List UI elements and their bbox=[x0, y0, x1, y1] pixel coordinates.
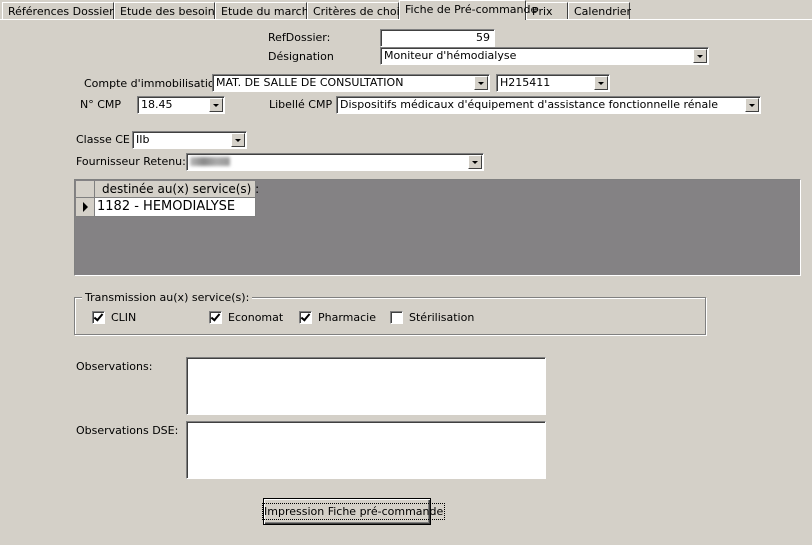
designation-value: Moniteur d'hémodialyse bbox=[384, 49, 517, 62]
grid-corner bbox=[76, 181, 95, 198]
classe-select[interactable]: IIb bbox=[132, 131, 247, 149]
grid-column-header[interactable]: destinée au(x) service(s) : bbox=[95, 181, 259, 198]
classe-label: Classe CE bbox=[76, 133, 130, 146]
chevron-down-icon[interactable] bbox=[693, 49, 707, 63]
observations-dse-textarea[interactable] bbox=[186, 421, 546, 479]
tab-etude-besoins[interactable]: Etude des besoins bbox=[114, 2, 220, 19]
chevron-down-icon[interactable] bbox=[468, 155, 482, 169]
libelle-select[interactable]: Dispositifs médicaux d'équipement d'assi… bbox=[336, 96, 761, 114]
table-row[interactable]: 1182 - HEMODIALYSE bbox=[95, 198, 256, 217]
tab-calendrier[interactable]: Calendrier bbox=[568, 2, 631, 19]
refdossier-field[interactable]: 59 bbox=[380, 29, 495, 47]
fournisseur-label: Fournisseur Retenu: bbox=[76, 155, 186, 168]
row-selector-arrow-icon[interactable] bbox=[76, 198, 95, 217]
sterilisation-checkbox[interactable] bbox=[390, 311, 403, 324]
compte-label: Compte d'immobilisation bbox=[84, 77, 222, 90]
redacted-value bbox=[190, 157, 230, 166]
tab-etude-marche[interactable]: Etude du marché bbox=[215, 2, 315, 19]
libelle-value: Dispositifs médicaux d'équipement d'assi… bbox=[340, 98, 719, 111]
classe-value: IIb bbox=[136, 133, 150, 146]
sterilisation-label: Stérilisation bbox=[409, 311, 475, 324]
tab-criteres-choix[interactable]: Critères de choix bbox=[307, 2, 406, 19]
chevron-down-icon[interactable] bbox=[594, 76, 608, 90]
chevron-down-icon[interactable] bbox=[231, 133, 245, 147]
observations-label: Observations: bbox=[76, 360, 153, 373]
compte-select[interactable]: MAT. DE SALLE DE CONSULTATION bbox=[212, 74, 490, 92]
print-fiche-button-label: Impression Fiche pré-commande bbox=[261, 503, 446, 520]
chevron-down-icon[interactable] bbox=[745, 98, 759, 112]
pharmacie-label: Pharmacie bbox=[318, 311, 377, 324]
designation-label: Désignation bbox=[268, 50, 334, 63]
services-grid[interactable]: destinée au(x) service(s) : 1182 - HEMOD… bbox=[74, 179, 801, 276]
refdossier-label: RefDossier: bbox=[268, 31, 331, 44]
observations-dse-label: Observations DSE: bbox=[76, 424, 179, 437]
pharmacie-checkbox[interactable] bbox=[299, 311, 312, 324]
tab-bar: Références Dossier Etude des besoins Etu… bbox=[0, 0, 812, 20]
transmission-title: Transmission au(x) service(s): bbox=[82, 291, 253, 304]
ncmp-select[interactable]: 18.45 bbox=[137, 96, 225, 114]
designation-select[interactable]: Moniteur d'hémodialyse bbox=[380, 47, 709, 65]
print-fiche-button[interactable]: Impression Fiche pré-commande bbox=[261, 498, 446, 525]
compte-value: MAT. DE SALLE DE CONSULTATION bbox=[216, 76, 404, 89]
chevron-down-icon[interactable] bbox=[209, 98, 223, 112]
libelle-label: Libellé CMP bbox=[269, 98, 333, 111]
compte-code-select[interactable]: H215411 bbox=[496, 74, 610, 92]
tab-fiche-pre-commande[interactable]: Fiche de Pré-commande bbox=[399, 0, 537, 20]
fournisseur-select[interactable] bbox=[186, 153, 484, 171]
compte-code-value: H215411 bbox=[500, 76, 551, 89]
chevron-down-icon[interactable] bbox=[474, 76, 488, 90]
observations-textarea[interactable] bbox=[186, 357, 546, 415]
clin-label: CLIN bbox=[111, 311, 137, 324]
refdossier-value: 59 bbox=[476, 31, 490, 44]
tab-references-dossier[interactable]: Références Dossier bbox=[2, 2, 114, 19]
economat-label: Economat bbox=[228, 311, 284, 324]
ncmp-label: N° CMP bbox=[80, 98, 122, 111]
ncmp-value: 18.45 bbox=[141, 98, 173, 111]
economat-checkbox[interactable] bbox=[209, 311, 222, 324]
clin-checkbox[interactable] bbox=[92, 311, 105, 324]
